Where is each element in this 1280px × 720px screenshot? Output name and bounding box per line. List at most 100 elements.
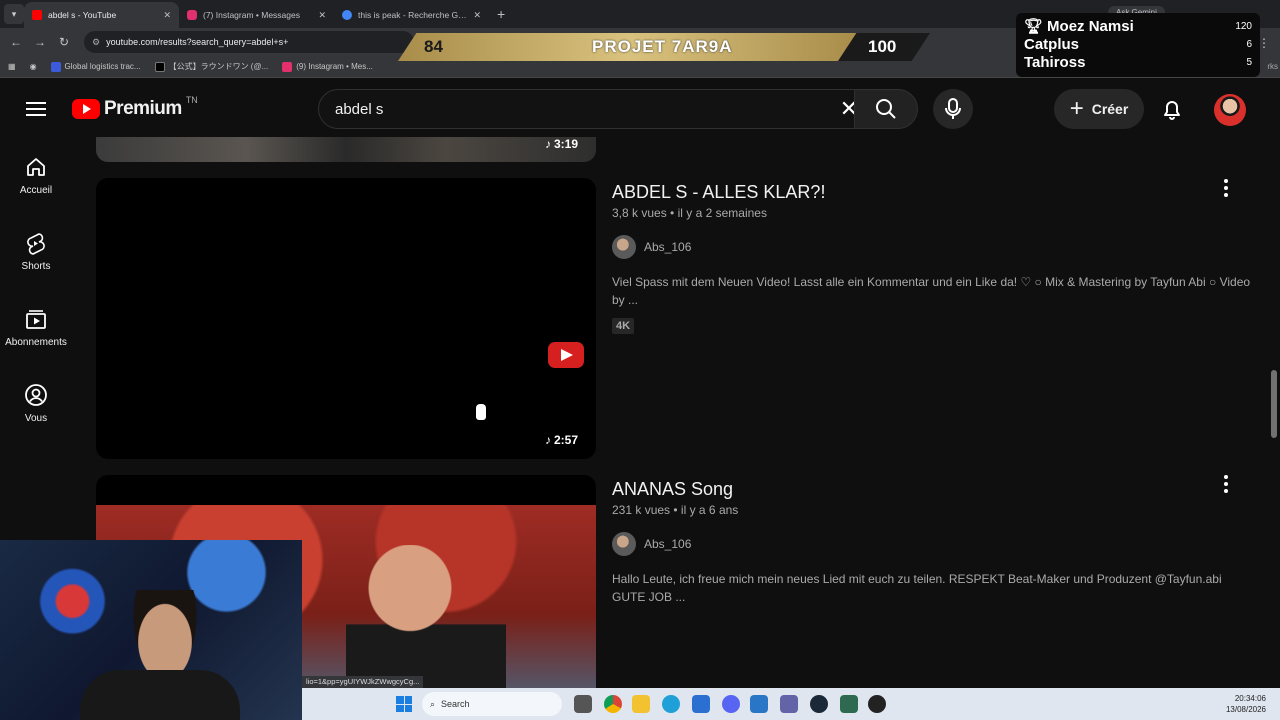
leaderboard-row: 🏆︎ Moez Namsi 120	[1024, 17, 1252, 36]
screen: ▾ abdel s - YouTube ✕ (7) Instagram • Me…	[0, 0, 1280, 720]
leaderboard-score: 6	[1246, 38, 1252, 50]
bookmark-favicon-icon	[50, 61, 61, 72]
app-icon[interactable]	[840, 695, 858, 713]
logo-text: Premium	[104, 98, 182, 119]
all-bookmarks-label[interactable]: rks	[1267, 62, 1278, 71]
channel-avatar[interactable]	[612, 235, 636, 259]
youtube-play-logo-icon	[548, 342, 584, 368]
taskbar-search-label: Search	[441, 699, 470, 709]
leaderboard-name: Moez Namsi	[1047, 17, 1134, 35]
microphone-icon	[945, 98, 961, 119]
sidebar-item-label: Abonnements	[5, 336, 67, 348]
you-icon	[25, 383, 47, 406]
channel-link[interactable]: Abs_106	[612, 532, 691, 556]
plus-icon: +	[1069, 95, 1084, 122]
sidebar-item-vous[interactable]: Vous	[0, 365, 72, 441]
sidebar-item-shorts[interactable]: Shorts	[0, 213, 72, 289]
menu-icon[interactable]	[24, 98, 48, 122]
clock-time: 20:34:06	[1234, 694, 1266, 703]
outlook-icon[interactable]	[750, 695, 768, 713]
close-tab-icon[interactable]: ✕	[473, 10, 481, 21]
hand-cursor-icon	[476, 404, 486, 420]
bookmark-item[interactable]: Global logistics trac...	[50, 61, 141, 72]
video-meta: 231 k vues • il y a 6 ans	[612, 503, 739, 517]
search-icon: ⌕	[430, 698, 436, 709]
youtube-logo[interactable]: Premium TN	[72, 95, 198, 121]
windows-start-icon[interactable]	[396, 696, 412, 712]
discord-icon[interactable]	[722, 695, 740, 713]
home-icon	[27, 157, 45, 176]
banner-right-number: 100	[868, 37, 897, 56]
sidebar-item-label: Accueil	[19, 184, 53, 196]
tab-title: this is peak - Recherche Google	[358, 10, 468, 20]
upload-age: il y a 6 ans	[680, 503, 739, 517]
search-box: ✕	[318, 89, 870, 129]
tab-google[interactable]: this is peak - Recherche Google ✕	[334, 2, 489, 28]
close-tab-icon[interactable]: ✕	[318, 10, 326, 21]
view-count: 3,8 k vues	[612, 206, 667, 220]
teams-icon[interactable]	[780, 695, 798, 713]
media-player-icon[interactable]	[868, 695, 886, 713]
system-clock[interactable]: 20:34:06 13/08/2026	[1226, 693, 1266, 715]
tab-search-button[interactable]: ▾	[4, 4, 24, 24]
bookmark-item[interactable]: 【公式】ラウンドワン (@...	[154, 61, 268, 72]
sidebar-item-label: Vous	[24, 412, 48, 424]
channel-name[interactable]: Abs_106	[644, 537, 691, 551]
avatar[interactable]	[1214, 94, 1246, 126]
file-explorer-icon[interactable]	[632, 695, 650, 713]
channel-avatar[interactable]	[612, 532, 636, 556]
more-options-icon[interactable]	[1216, 472, 1236, 496]
youtube-play-logo-icon	[72, 99, 100, 119]
taskbar-search[interactable]: ⌕ Search	[422, 692, 562, 716]
sidebar-item-accueil[interactable]: Accueil	[0, 137, 72, 213]
video-title[interactable]: ANANAS Song	[612, 479, 733, 500]
tab-instagram[interactable]: (7) Instagram • Messages ✕	[179, 2, 334, 28]
task-view-icon[interactable]	[574, 695, 592, 713]
tab-title: abdel s - YouTube	[48, 10, 117, 20]
edge-icon[interactable]	[662, 695, 680, 713]
channel-link[interactable]: Abs_106	[612, 235, 691, 259]
close-tab-icon[interactable]: ✕	[163, 10, 171, 21]
bookmark-item[interactable]: (9) Instagram • Mes...	[282, 61, 373, 72]
banner-left-number: 84	[424, 37, 443, 56]
tab-youtube[interactable]: abdel s - YouTube ✕	[24, 2, 179, 28]
shorts-icon	[27, 232, 45, 255]
banner-title: PROJET 7AR9A	[592, 37, 733, 56]
channel-name[interactable]: Abs_106	[644, 240, 691, 254]
search-icon	[876, 99, 896, 119]
create-button[interactable]: + Créer	[1054, 89, 1144, 129]
apps-icon[interactable]: ▦	[8, 62, 16, 71]
search-input[interactable]	[335, 100, 829, 118]
create-label: Créer	[1091, 101, 1129, 117]
video-title[interactable]: ABDEL S - ALLES KLAR?!	[612, 182, 825, 203]
search-button[interactable]	[854, 89, 918, 129]
video-thumbnail[interactable]	[96, 137, 596, 162]
instagram-favicon-icon	[187, 10, 197, 20]
chrome-icon[interactable]	[604, 695, 622, 713]
notifications-button[interactable]	[1158, 95, 1186, 123]
leaderboard-row: Catplus 6	[1024, 35, 1252, 53]
more-options-icon[interactable]	[1216, 176, 1236, 200]
sidebar-item-abonnements[interactable]: Abonnements	[0, 289, 72, 365]
sidebar: Accueil Shorts Abonnements Vous	[0, 137, 72, 441]
new-tab-icon[interactable]: +	[497, 6, 505, 22]
site-info-icon[interactable]: ⚙	[92, 37, 100, 48]
link-status-bar: lio=1&pp=ygUIYWJkZWwgcyCg...	[302, 676, 424, 688]
globe-icon[interactable]: ◉	[30, 62, 37, 71]
page-scrollbar[interactable]	[1271, 370, 1277, 438]
video-thumbnail[interactable]	[96, 178, 596, 459]
back-icon[interactable]: ←	[4, 35, 28, 49]
sidebar-item-label: Shorts	[21, 260, 51, 272]
forward-icon[interactable]: →	[28, 35, 52, 49]
video-meta: 3,8 k vues • il y a 2 semaines	[612, 206, 767, 220]
leaderboard-score: 5	[1246, 56, 1252, 68]
instagram-favicon-icon	[282, 61, 293, 72]
steam-icon[interactable]	[810, 695, 828, 713]
leaderboard-name: Catplus	[1024, 35, 1080, 53]
address-bar[interactable]: ⚙ youtube.com/results?search_query=abdel…	[84, 31, 414, 53]
duration-badge: ♪ 3:19	[545, 137, 579, 151]
store-icon[interactable]	[692, 695, 710, 713]
reload-icon[interactable]: ↻	[52, 35, 76, 49]
voice-search-button[interactable]	[933, 89, 973, 129]
video-description: Hallo Leute, ich freue mich mein neues L…	[612, 572, 1222, 604]
